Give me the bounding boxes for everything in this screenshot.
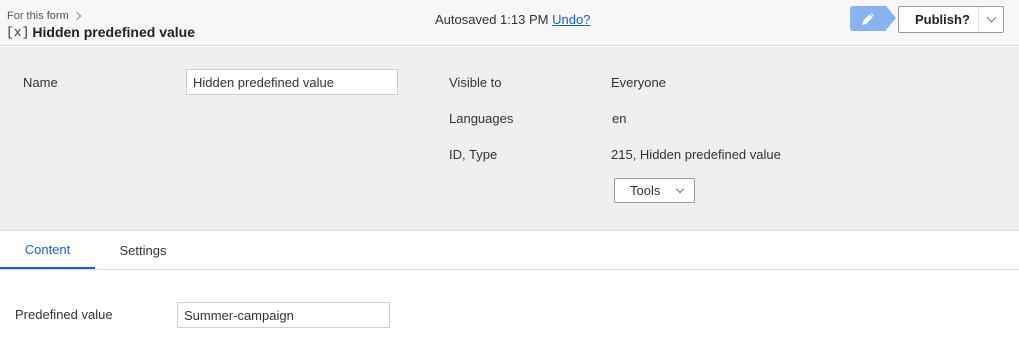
- chevron-down-icon: [986, 12, 997, 23]
- id-type-label: ID, Type: [449, 147, 498, 162]
- name-label: Name: [23, 75, 58, 90]
- id-type-value: 215, Hidden predefined value: [611, 147, 781, 162]
- predefined-value-label: Predefined value: [15, 307, 113, 322]
- pencil-icon: [862, 13, 874, 25]
- page-title-text: Hidden predefined value: [32, 24, 195, 40]
- chevron-down-icon: [675, 184, 685, 194]
- tab-settings[interactable]: Settings: [105, 232, 181, 269]
- undo-link[interactable]: Undo?: [552, 12, 590, 27]
- autosave-text: Autosaved 1:13 PM: [435, 12, 549, 27]
- breadcrumb[interactable]: For this form: [7, 10, 81, 22]
- languages-label: Languages: [449, 111, 514, 126]
- visible-to-label: Visible to: [449, 75, 502, 90]
- autosave-status: Autosaved 1:13 PM Undo?: [435, 12, 590, 27]
- tab-content[interactable]: Content: [0, 232, 95, 269]
- chevron-right-icon: [72, 11, 81, 21]
- breadcrumb-label[interactable]: For this form: [7, 10, 69, 22]
- publish-dropdown-toggle[interactable]: [979, 7, 1003, 32]
- block-type-badge: [x]: [6, 24, 30, 40]
- tools-dropdown[interactable]: Tools: [614, 178, 695, 203]
- publish-button[interactable]: Publish?: [898, 6, 1004, 33]
- visible-to-value[interactable]: Everyone: [611, 75, 666, 90]
- languages-value: en: [612, 111, 627, 126]
- name-input[interactable]: [186, 69, 398, 95]
- tab-bar: Content Settings: [0, 232, 1019, 270]
- tools-label[interactable]: Tools: [615, 183, 673, 198]
- predefined-value-input[interactable]: [177, 302, 390, 328]
- publish-label[interactable]: Publish?: [899, 12, 978, 27]
- properties-panel: Name Visible to Everyone Languages en ID…: [0, 47, 1019, 231]
- top-bar: For this form [x] Hidden predefined valu…: [0, 0, 1019, 46]
- page-title: [x] Hidden predefined value: [6, 24, 195, 40]
- edit-button[interactable]: [850, 6, 896, 31]
